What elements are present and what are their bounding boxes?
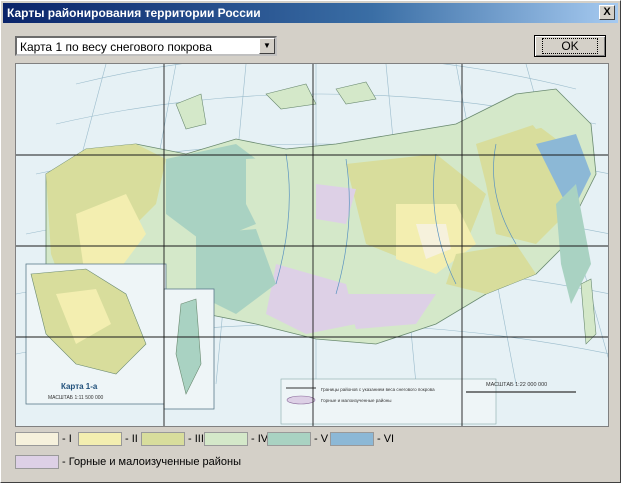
legend-item-6: - VI <box>330 432 410 446</box>
window-title: Карты районирования территории России <box>7 6 261 20</box>
title-bar[interactable]: Карты районирования территории России X <box>3 3 618 23</box>
legend-swatch-mountain <box>15 455 59 469</box>
map-image: Границы районов с указанием веса снегово… <box>16 64 608 426</box>
legend-label-3: - III <box>188 433 204 445</box>
legend-label-5: - V <box>314 433 329 445</box>
legend-swatch-1 <box>15 432 59 446</box>
ok-button[interactable]: OK <box>534 35 606 57</box>
inset-map-title: Карта 1-а <box>61 382 98 391</box>
inset-map-scale: МАСШТАБ 1:11 500 000 <box>48 395 104 401</box>
map-selector-value: Карта 1 по весу снегового покрова <box>20 40 213 54</box>
legend-swatch-6 <box>330 432 374 446</box>
dialog-window: Карты районирования территории России X … <box>0 0 621 483</box>
ok-button-label: OK <box>542 38 598 54</box>
legend-label-4: - IV <box>251 433 269 445</box>
close-button[interactable]: X <box>599 5 615 20</box>
map-legend-note-1: Границы районов с указанием веса снегово… <box>321 386 435 392</box>
zoning-map[interactable]: Границы районов с указанием веса снегово… <box>15 63 609 427</box>
map-selector-dropdown[interactable]: Карта 1 по весу снегового покрова ▼ <box>15 36 277 56</box>
legend-label-2: - II <box>125 433 138 445</box>
zone-legend: - I - II - III - IV - V - VI - Горные и … <box>15 432 609 476</box>
legend-label-6: - VI <box>377 433 395 445</box>
close-icon: X <box>603 6 611 18</box>
legend-swatch-4 <box>204 432 248 446</box>
legend-label-1: - I <box>62 433 72 445</box>
legend-swatch-5 <box>267 432 311 446</box>
main-map-scale: МАСШТАБ 1:22 000 000 <box>486 382 547 388</box>
legend-swatch-3 <box>141 432 185 446</box>
legend-item-mountain: - Горные и малоизученные районы <box>15 455 315 469</box>
legend-swatch-2 <box>78 432 122 446</box>
map-legend-note-2: Горные и малоизученные районы <box>321 397 391 403</box>
legend-label-mountain: - Горные и малоизученные районы <box>62 456 241 468</box>
chevron-down-icon[interactable]: ▼ <box>259 38 275 54</box>
